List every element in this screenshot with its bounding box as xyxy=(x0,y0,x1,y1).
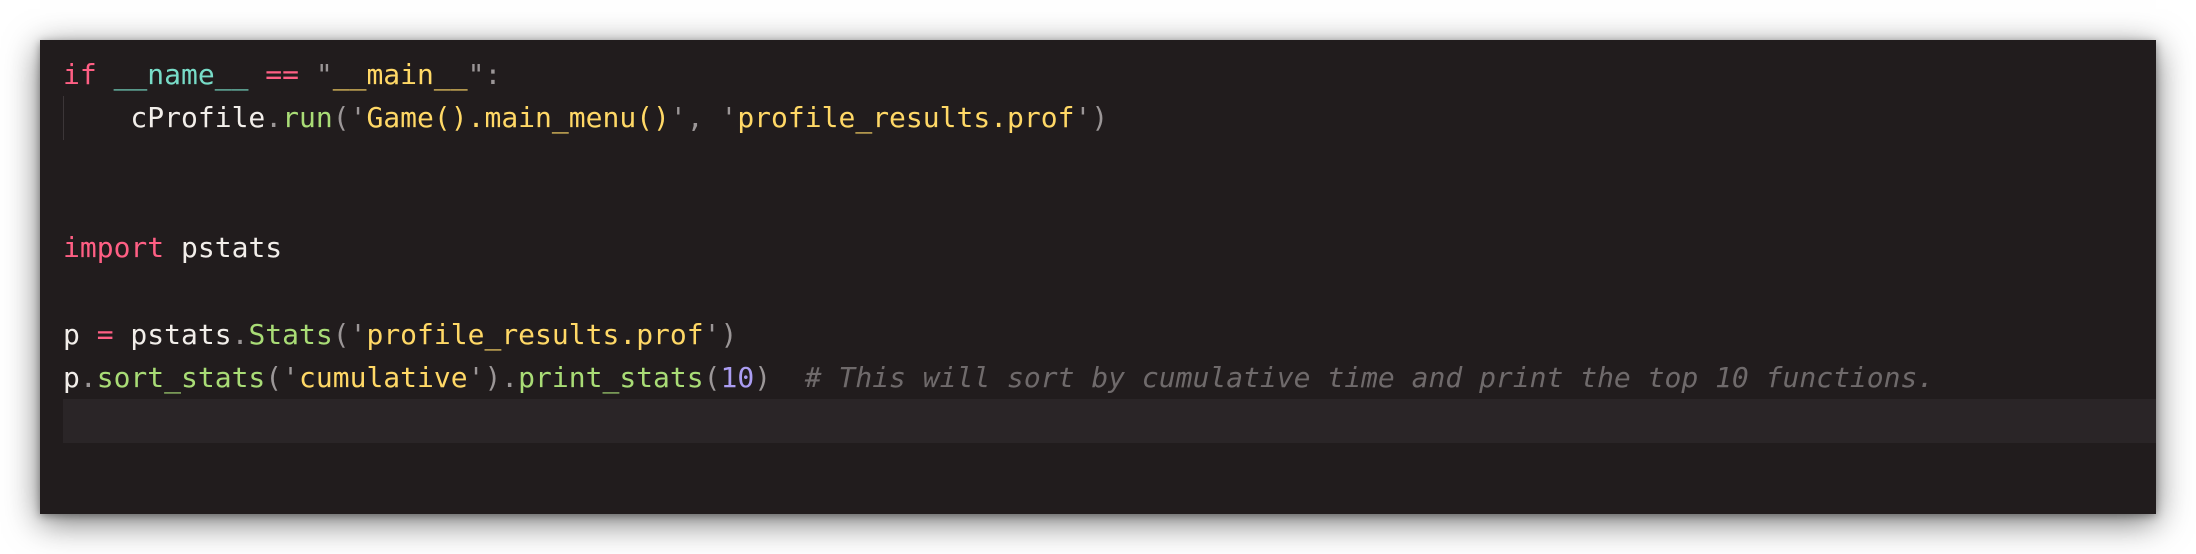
code-token-str: profile_results.prof xyxy=(366,317,704,351)
code-line[interactable]: p = pstats.Stats('profile_results.prof') xyxy=(63,313,2156,356)
code-token-quote: " xyxy=(315,58,333,91)
code-line[interactable] xyxy=(63,183,2156,226)
indent-guide xyxy=(63,96,64,140)
code-token-id: cProfile xyxy=(63,101,266,135)
code-token-punc: . xyxy=(231,317,249,351)
code-token-str: Game().main_menu() xyxy=(366,101,670,135)
code-token-punc: ( xyxy=(332,101,350,135)
code-token-fn: run xyxy=(282,101,333,135)
code-editor[interactable]: if __name__ == "__main__": cProfile.run(… xyxy=(40,40,2156,514)
code-token-kw: if xyxy=(63,58,97,91)
code-token-kw: import xyxy=(63,231,165,265)
code-token-id xyxy=(299,58,316,91)
code-token-fn: Stats xyxy=(248,317,333,351)
code-token-id xyxy=(97,58,114,91)
code-token-dunder: __name__ xyxy=(113,58,249,91)
code-token-op: = xyxy=(96,317,114,351)
code-line[interactable]: import pstats xyxy=(63,226,2156,269)
code-token-quote: " xyxy=(467,58,485,91)
code-token-id xyxy=(248,58,265,91)
code-token-punc: . xyxy=(79,361,97,395)
code-token-punc: . xyxy=(265,101,283,135)
code-token-punc: ( xyxy=(332,317,350,351)
code-area[interactable]: if __name__ == "__main__": cProfile.run(… xyxy=(63,53,2156,443)
code-token-quote: ' xyxy=(720,101,738,135)
code-token-op: == xyxy=(265,58,300,91)
code-token-quote: ' xyxy=(349,101,367,135)
code-token-id: p xyxy=(63,361,80,395)
code-token-str: profile_results.prof xyxy=(737,101,1075,135)
code-token-fn: sort_stats xyxy=(96,361,266,395)
code-token-id: pstats xyxy=(164,231,283,265)
code-token-num: 10 xyxy=(720,361,755,395)
current-line[interactable] xyxy=(63,399,2156,443)
code-line[interactable]: if __name__ == "__main__": xyxy=(63,53,2156,96)
code-token-quote: ' xyxy=(467,361,485,395)
code-line[interactable] xyxy=(63,269,2156,312)
code-token-punc: , xyxy=(686,101,721,135)
code-line[interactable] xyxy=(63,140,2156,183)
code-token-str: cumulative xyxy=(299,361,468,395)
code-token-id xyxy=(771,361,805,394)
code-token-quote: ' xyxy=(349,317,367,351)
code-token-str: __main__ xyxy=(332,58,468,91)
code-token-quote: ' xyxy=(703,317,721,351)
code-token-punc: ( xyxy=(703,361,721,395)
code-token-quote: ' xyxy=(282,361,300,395)
code-token-quote: ' xyxy=(1074,101,1092,135)
code-token-quote: ' xyxy=(669,101,687,135)
code-line[interactable]: p.sort_stats('cumulative').print_stats(1… xyxy=(63,356,2156,399)
code-token-fn: print_stats xyxy=(518,361,704,395)
code-token-id: pstats xyxy=(113,317,232,351)
code-token-cmt: # This will sort by cumulative time and … xyxy=(804,361,1935,395)
code-token-punc: ) xyxy=(754,361,772,395)
code-token-punc: ) xyxy=(720,317,738,351)
code-line[interactable]: cProfile.run('Game().main_menu()', 'prof… xyxy=(63,96,2156,140)
code-token-punc: ( xyxy=(265,361,283,395)
code-token-punc: : xyxy=(484,58,502,91)
code-token-id: p xyxy=(63,317,97,351)
code-token-punc: ) xyxy=(1091,101,1109,135)
code-token-punc: ). xyxy=(484,361,519,395)
